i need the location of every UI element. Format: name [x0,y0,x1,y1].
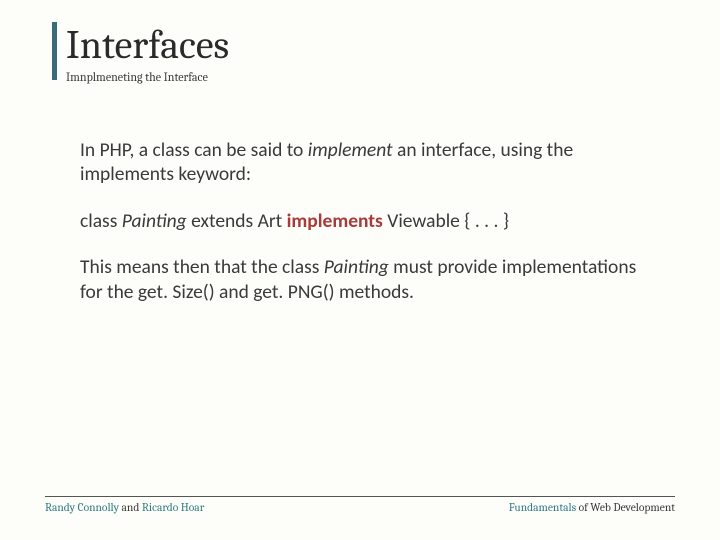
italic-text: Painting [122,209,187,233]
text-accent: Fundamentals [509,501,579,514]
text: In PHP, a class can be said to [80,138,308,162]
keyword-implements: implements [287,209,383,233]
footer-authors: Randy Connolly and Ricardo Hoar [45,501,204,514]
slide: Interfaces Imnplmeneting the Interface I… [0,0,720,540]
author-name: Ricardo Hoar [139,501,204,514]
italic-text: implement [308,138,393,162]
title-accent-bar [52,22,57,80]
text: of Web Development [579,501,675,514]
slide-subtitle: Imnplmeneting the Interface [66,70,656,84]
slide-footer: Randy Connolly and Ricardo Hoar Fundamen… [45,496,675,514]
text: and [122,501,140,514]
italic-text: Painting [324,255,389,279]
paragraph-1: In PHP, a class can be said to implement… [80,138,646,187]
author-name: Randy Connolly [45,501,122,514]
slide-title: Interfaces [66,22,656,68]
slide-body: In PHP, a class can be said to implement… [66,138,656,304]
code-line: class Painting extends Art implements Vi… [80,209,646,233]
text: extends Art [187,209,287,233]
text: This means then that the class [80,255,324,279]
text: Viewable { . . . } [383,209,509,233]
footer-book-title: Fundamentals of Web Development [509,501,675,514]
paragraph-2: This means then that the class Painting … [80,255,646,304]
text: class [80,209,122,233]
